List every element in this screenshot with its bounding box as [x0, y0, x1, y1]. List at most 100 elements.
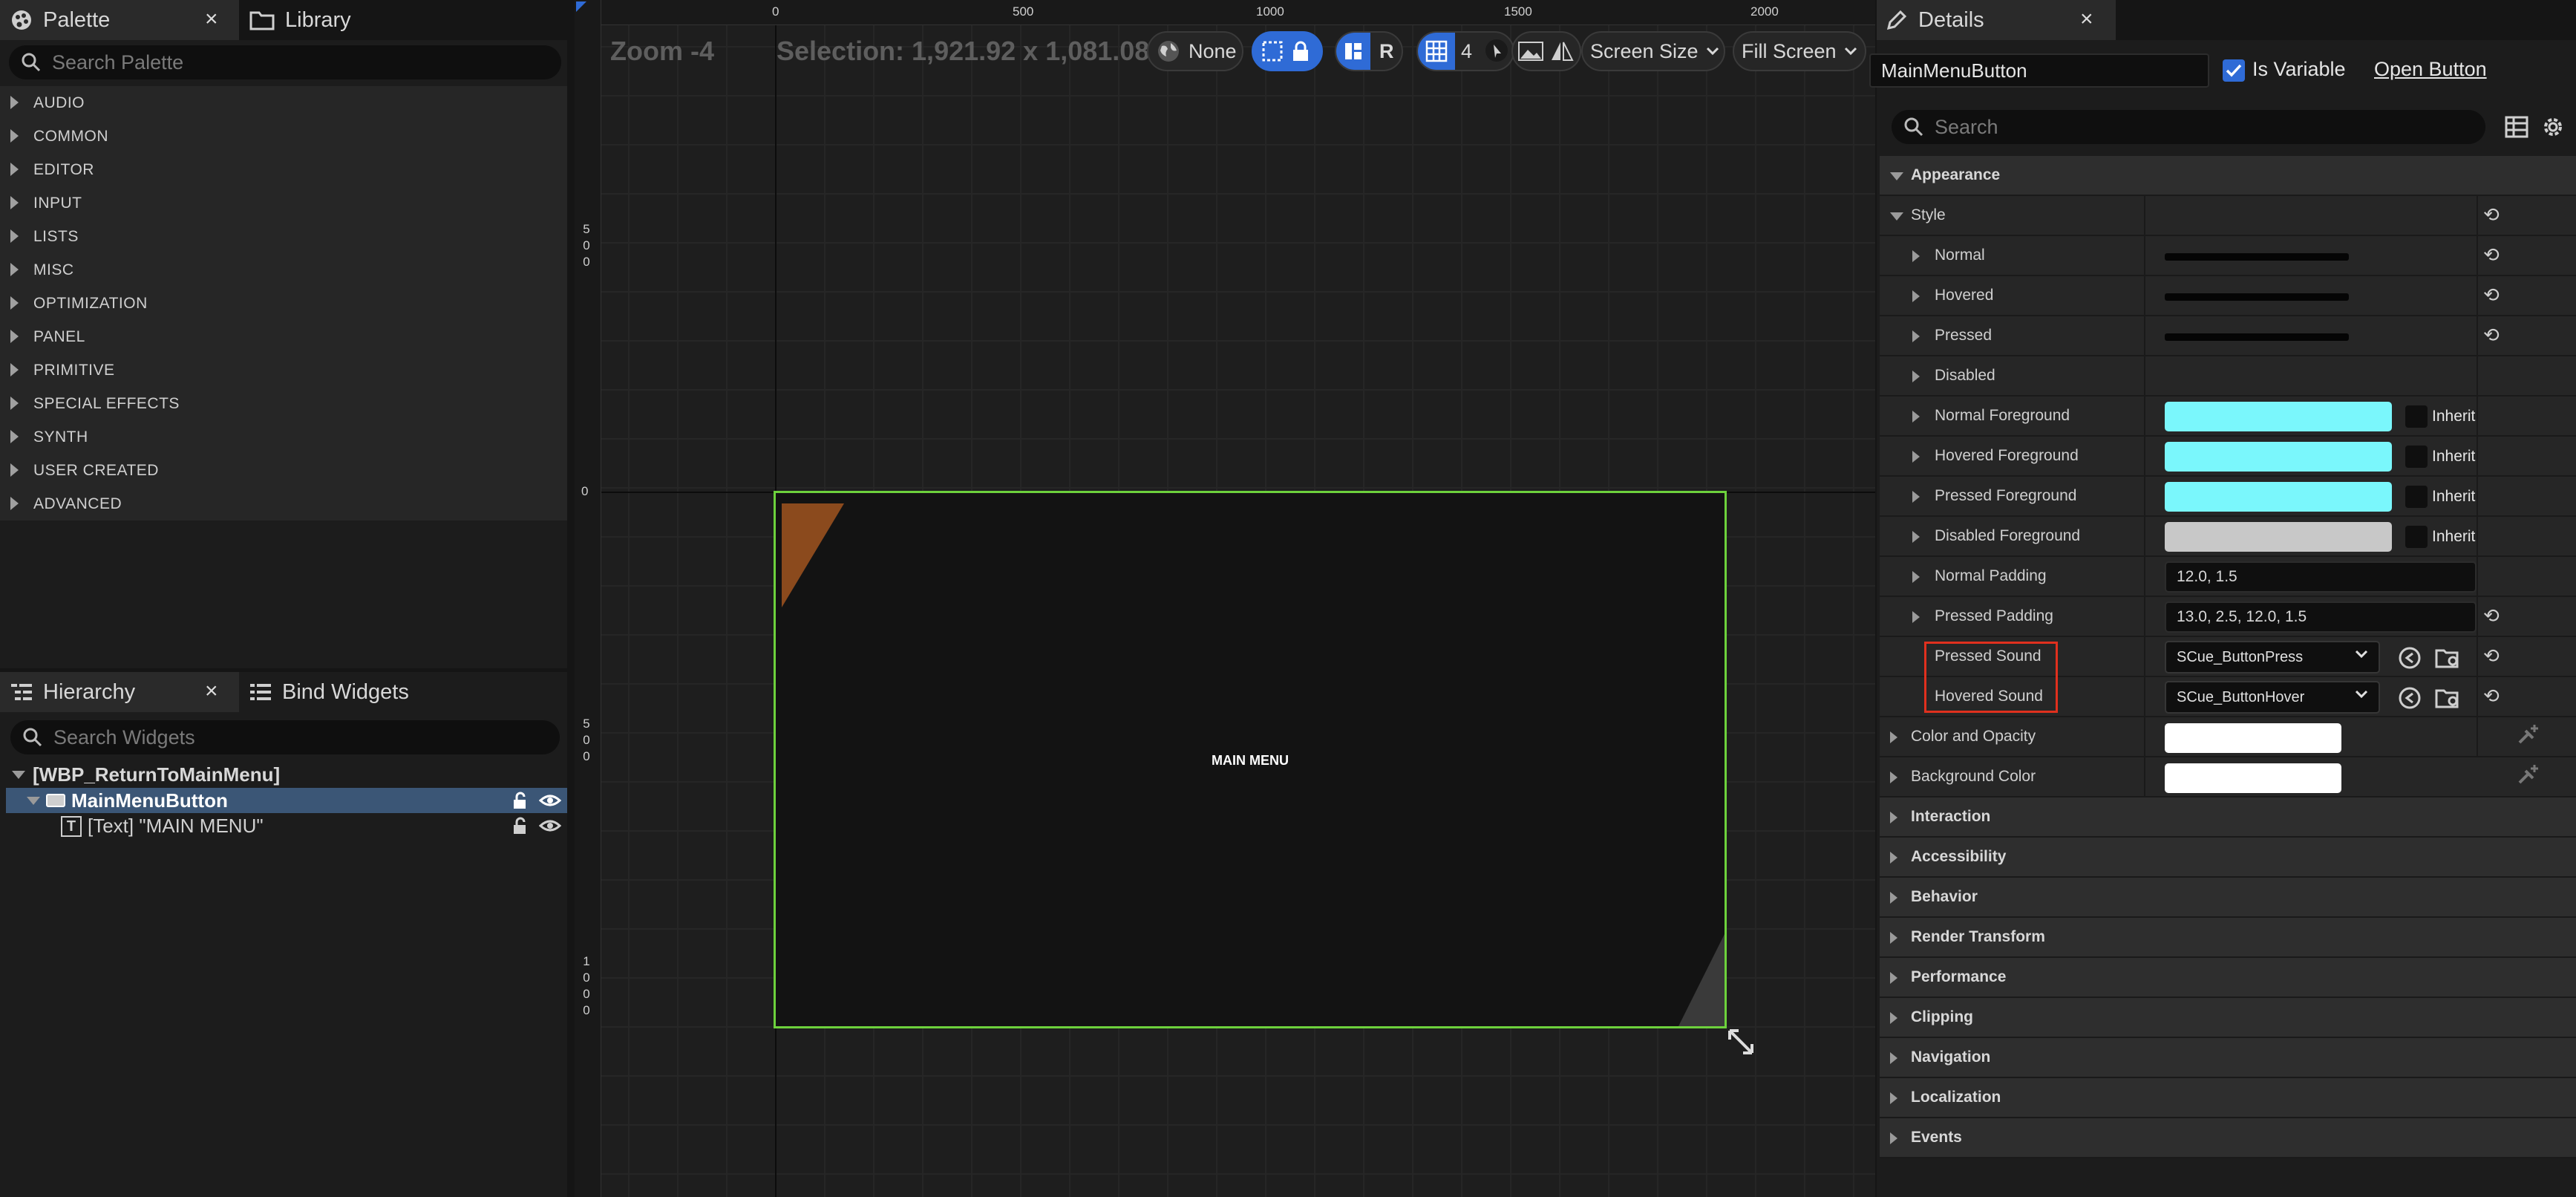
- category-appearance[interactable]: Appearance: [1880, 156, 2576, 196]
- close-icon[interactable]: ×: [205, 679, 218, 704]
- use-selected-asset-icon[interactable]: [2398, 646, 2422, 670]
- chevron-right-icon[interactable]: [1890, 1132, 1897, 1144]
- tab-bind-widgets[interactable]: Bind Widgets: [249, 672, 472, 712]
- palette-category[interactable]: EDITOR: [0, 153, 567, 186]
- fill-screen-dropdown[interactable]: Fill Screen: [1733, 31, 1866, 71]
- palette-category[interactable]: PANEL: [0, 320, 567, 353]
- close-icon[interactable]: ×: [2080, 7, 2093, 32]
- tab-hierarchy[interactable]: Hierarchy ×: [10, 672, 233, 712]
- chevron-right-icon[interactable]: [1890, 972, 1897, 984]
- column-splitter[interactable]: [2144, 196, 2145, 798]
- chevron-right-icon[interactable]: [10, 397, 19, 410]
- details-search-input[interactable]: Search: [1892, 110, 2485, 144]
- chevron-down-icon[interactable]: [1890, 212, 1903, 221]
- palette-search-input[interactable]: Search Palette: [9, 45, 561, 79]
- browse-asset-icon[interactable]: [2435, 686, 2462, 710]
- chevron-right-icon[interactable]: [1912, 330, 1920, 342]
- tree-row-main-menu-button[interactable]: MainMenuButton: [6, 788, 567, 813]
- lock-icon[interactable]: [511, 791, 530, 810]
- grid-icon[interactable]: [1418, 33, 1455, 70]
- chevron-right-icon[interactable]: [10, 430, 19, 443]
- chevron-right-icon[interactable]: [1912, 371, 1920, 382]
- open-button-link[interactable]: Open Button: [2374, 58, 2487, 81]
- palette-category[interactable]: OPTIMIZATION: [0, 287, 567, 320]
- resize-handle-icon[interactable]: [1727, 1028, 1755, 1056]
- inherit-checkbox[interactable]: [2405, 526, 2428, 548]
- hovered-foreground-swatch[interactable]: [2165, 442, 2392, 472]
- category-interaction[interactable]: Interaction: [1880, 798, 2576, 838]
- browse-asset-icon[interactable]: [2435, 646, 2462, 670]
- chevron-right-icon[interactable]: [1890, 1052, 1897, 1064]
- chevron-down-icon[interactable]: [12, 771, 25, 779]
- tab-details[interactable]: Details ×: [1886, 0, 2108, 40]
- chevron-right-icon[interactable]: [1890, 932, 1897, 944]
- eye-icon[interactable]: [539, 817, 561, 835]
- color-opacity-swatch[interactable]: [2165, 723, 2341, 753]
- chevron-right-icon[interactable]: [10, 463, 19, 477]
- chevron-right-icon[interactable]: [1890, 731, 1897, 743]
- chevron-right-icon[interactable]: [1912, 411, 1920, 423]
- chevron-right-icon[interactable]: [1890, 1092, 1897, 1104]
- palette-category[interactable]: LISTS: [0, 220, 567, 253]
- marquee-icon[interactable]: [1261, 39, 1284, 63]
- reset-arrow-icon[interactable]: ⟲: [2483, 645, 2500, 668]
- disabled-foreground-swatch[interactable]: [2165, 522, 2392, 552]
- layout-icon[interactable]: [1336, 33, 1370, 70]
- reset-arrow-icon[interactable]: ⟲: [2483, 203, 2500, 226]
- pressed-padding-field[interactable]: 13.0, 2.5, 12.0, 1.5: [2165, 601, 2477, 633]
- property-row-style[interactable]: Style: [1880, 196, 2576, 236]
- chevron-right-icon[interactable]: [1912, 451, 1920, 463]
- property-row-disabled[interactable]: Disabled: [1880, 356, 2576, 397]
- widget-name-field[interactable]: MainMenuButton: [1869, 53, 2209, 88]
- chevron-right-icon[interactable]: [1890, 772, 1897, 783]
- chevron-down-icon[interactable]: [1890, 172, 1903, 180]
- pointer-icon[interactable]: [1485, 39, 1508, 62]
- chevron-right-icon[interactable]: [1912, 531, 1920, 543]
- palette-category[interactable]: USER CREATED: [0, 454, 567, 487]
- pressed-foreground-swatch[interactable]: [2165, 482, 2392, 512]
- category-performance[interactable]: Performance: [1880, 958, 2576, 998]
- respect-locks-group[interactable]: R: [1335, 31, 1403, 71]
- background-color-swatch[interactable]: [2165, 763, 2341, 793]
- column-splitter[interactable]: [2477, 196, 2478, 757]
- normal-padding-field[interactable]: 12.0, 1.5: [2165, 561, 2477, 593]
- pressed-sound-dropdown[interactable]: SCue_ButtonPress: [2165, 641, 2380, 673]
- chevron-right-icon[interactable]: [10, 296, 19, 310]
- reset-arrow-icon[interactable]: ⟲: [2483, 324, 2500, 347]
- inherit-checkbox[interactable]: [2405, 446, 2428, 468]
- palette-category[interactable]: SPECIAL EFFECTS: [0, 387, 567, 420]
- chevron-right-icon[interactable]: [1890, 852, 1897, 864]
- add-binding-icon[interactable]: [2515, 723, 2540, 748]
- palette-category[interactable]: AUDIO: [0, 86, 567, 120]
- category-accessibility[interactable]: Accessibility: [1880, 838, 2576, 878]
- tree-row-root[interactable]: [WBP_ReturnToMainMenu]: [6, 762, 567, 787]
- chevron-right-icon[interactable]: [1890, 812, 1897, 823]
- chevron-right-icon[interactable]: [10, 363, 19, 376]
- palette-category[interactable]: INPUT: [0, 186, 567, 220]
- inherit-checkbox[interactable]: [2405, 405, 2428, 428]
- hierarchy-search-input[interactable]: Search Widgets: [10, 720, 560, 754]
- chevron-right-icon[interactable]: [10, 96, 19, 109]
- gear-icon[interactable]: [2540, 114, 2566, 140]
- category-clipping[interactable]: Clipping: [1880, 998, 2576, 1038]
- category-behavior[interactable]: Behavior: [1880, 878, 2576, 918]
- palette-category[interactable]: SYNTH: [0, 420, 567, 454]
- reset-arrow-icon[interactable]: ⟲: [2483, 244, 2500, 267]
- grid-snap-group[interactable]: 4: [1416, 31, 1514, 71]
- chevron-right-icon[interactable]: [1912, 611, 1920, 623]
- tab-library[interactable]: Library: [249, 0, 428, 40]
- reset-arrow-icon[interactable]: ⟲: [2483, 604, 2500, 627]
- eye-icon[interactable]: [539, 792, 561, 809]
- preview-mode-group[interactable]: [1511, 31, 1581, 71]
- tree-row-text[interactable]: T [Text] "MAIN MENU": [6, 813, 567, 838]
- palette-category[interactable]: MISC: [0, 253, 567, 287]
- chevron-right-icon[interactable]: [10, 163, 19, 176]
- category-navigation[interactable]: Navigation: [1880, 1038, 2576, 1078]
- category-events[interactable]: Events: [1880, 1118, 2576, 1158]
- chevron-right-icon[interactable]: [1912, 491, 1920, 503]
- mirror-icon[interactable]: [1550, 41, 1574, 62]
- palette-category[interactable]: PRIMITIVE: [0, 353, 567, 387]
- tab-palette[interactable]: Palette ×: [10, 0, 233, 40]
- chevron-right-icon[interactable]: [1912, 250, 1920, 262]
- localize-button[interactable]: None: [1147, 31, 1243, 71]
